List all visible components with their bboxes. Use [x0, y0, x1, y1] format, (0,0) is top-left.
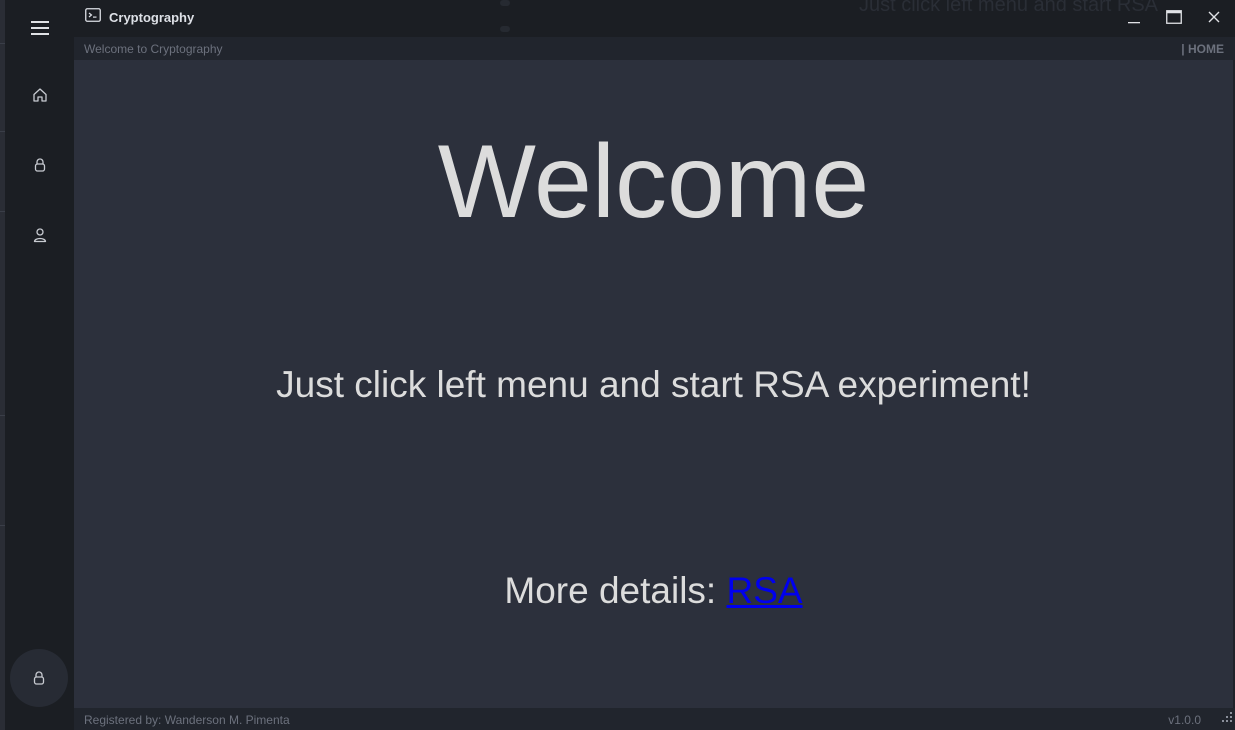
title-bar[interactable]: Cryptography Just click left menu and st… [74, 0, 1235, 37]
minimize-button[interactable] [1114, 0, 1154, 33]
main-content: Welcome Just click left menu and start R… [74, 60, 1233, 708]
sidebar-item-encrypt[interactable] [5, 130, 74, 200]
more-details-line: More details: RSA [74, 569, 1233, 613]
sidebar-item-user[interactable] [5, 200, 74, 270]
background-window-artifact [500, 26, 510, 32]
more-details-label: More details: [504, 570, 727, 611]
version-label: v1.0.0 [1168, 713, 1201, 727]
close-icon [1208, 11, 1220, 22]
lock-icon [33, 671, 45, 685]
current-page-label: | HOME [1181, 42, 1224, 56]
user-icon [33, 228, 46, 243]
maximize-icon [1166, 9, 1182, 24]
page-description: Welcome to Cryptography [84, 42, 223, 56]
close-button[interactable] [1194, 0, 1234, 33]
maximize-button[interactable] [1154, 0, 1194, 33]
home-icon [32, 88, 47, 102]
sidebar-bottom-lock-button[interactable] [10, 649, 68, 707]
window-title: Cryptography [109, 10, 195, 25]
welcome-heading: Welcome [437, 124, 870, 240]
minimize-icon [1128, 21, 1140, 23]
status-bar: Registered by: Wanderson M. Pimenta v1.0… [74, 708, 1235, 730]
toggle-menu-button[interactable] [5, 0, 74, 55]
credits-text: Registered by: Wanderson M. Pimenta [84, 713, 290, 727]
lock-icon [34, 158, 45, 172]
rsa-link[interactable]: RSA [727, 570, 803, 611]
left-sidebar [5, 0, 81, 730]
background-window-artifact [500, 0, 510, 6]
instruction-text: Just click left menu and start RSA exper… [276, 364, 1031, 405]
resize-grip-icon[interactable] [1222, 709, 1232, 727]
terminal-icon [85, 8, 101, 27]
info-bar: Welcome to Cryptography | HOME [74, 37, 1235, 60]
sidebar-item-home[interactable] [5, 60, 81, 130]
hamburger-menu-icon [30, 20, 49, 35]
